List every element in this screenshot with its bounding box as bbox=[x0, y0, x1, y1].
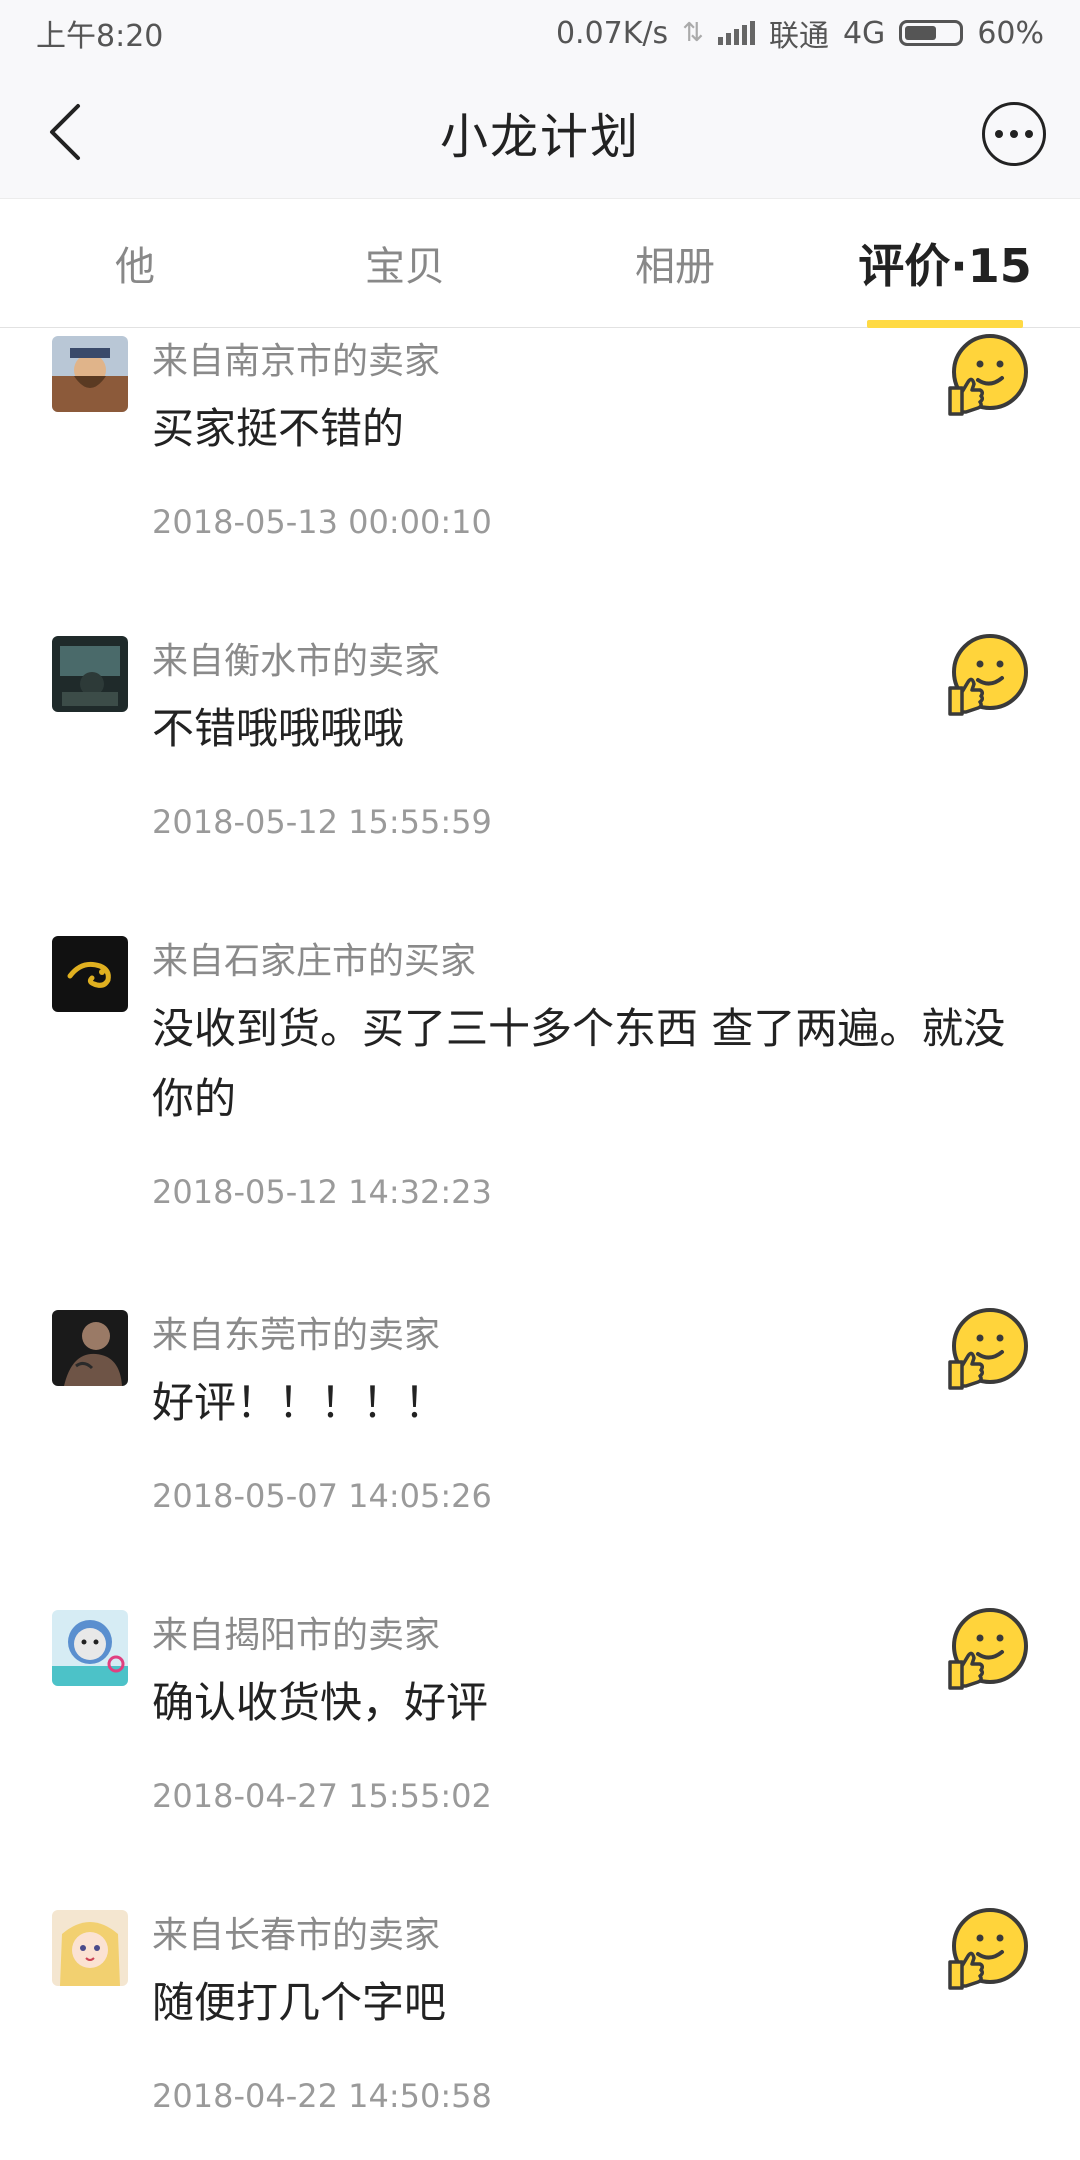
review-time: 2018-05-13 00:00:10 bbox=[152, 503, 492, 541]
more-dot-icon bbox=[1025, 130, 1033, 138]
review-content: 买家挺不错的 bbox=[152, 404, 405, 453]
thumbs-up-emoji-icon bbox=[948, 1308, 1028, 1390]
review-item: 来自衡水市的卖家 不错哦哦哦哦 2018-05-12 15:55:59 bbox=[0, 628, 1080, 928]
review-source: 来自石家庄市的买家 bbox=[152, 941, 477, 982]
review-content: 不错哦哦哦哦 bbox=[152, 704, 405, 753]
tab-reviews[interactable]: 评价·15 bbox=[810, 199, 1080, 328]
review-item: 来自揭阳市的卖家 确认收货快，好评 2018-04-27 15:55:02 bbox=[0, 1602, 1080, 1902]
review-time: 2018-05-07 14:05:26 bbox=[152, 1477, 492, 1515]
review-source: 来自揭阳市的卖家 bbox=[152, 1615, 441, 1656]
thumbs-up-emoji-icon bbox=[948, 1608, 1028, 1690]
review-time: 2018-05-12 15:55:59 bbox=[152, 803, 492, 841]
review-item: 来自南京市的卖家 买家挺不错的 2018-05-13 00:00:10 bbox=[0, 328, 1080, 628]
review-item: 来自石家庄市的买家 没收到货。买了三十多个东西 查了两遍。就没你的 2018-0… bbox=[0, 928, 1080, 1302]
page-title: 小龙计划 bbox=[439, 109, 640, 165]
bearded-man-avatar[interactable] bbox=[52, 336, 128, 412]
thumbs-up-emoji-icon bbox=[948, 634, 1028, 716]
review-source: 来自长春市的卖家 bbox=[152, 1915, 441, 1956]
status-bar: 上午8:20 0.07K/s ⇅ 联通 4G 60% bbox=[0, 0, 1080, 66]
review-source: 来自南京市的卖家 bbox=[152, 341, 441, 382]
tab-label: 评价·15 bbox=[858, 239, 1032, 293]
thumbs-up-emoji-icon bbox=[948, 1908, 1028, 1990]
more-options-button[interactable] bbox=[982, 102, 1046, 166]
active-tab-indicator bbox=[867, 320, 1023, 328]
review-time: 2018-04-22 14:50:58 bbox=[152, 2077, 492, 2115]
thumbs-up-emoji-icon bbox=[948, 334, 1028, 416]
signal-icon bbox=[717, 21, 755, 45]
nav-bar: 小龙计划 bbox=[0, 66, 1080, 198]
battery-percent: 60% bbox=[977, 15, 1044, 51]
status-indicators: 0.07K/s ⇅ 联通 4G 60% bbox=[556, 11, 1044, 55]
back-button[interactable] bbox=[36, 100, 96, 164]
seal-cartoon-avatar[interactable] bbox=[52, 1610, 128, 1686]
tattooed-man-avatar[interactable] bbox=[52, 1310, 128, 1386]
review-list[interactable]: 来自南京市的卖家 买家挺不错的 2018-05-13 00:00:10 来自衡水… bbox=[0, 328, 1080, 2160]
network-type: 4G bbox=[842, 15, 886, 51]
review-content: 随便打几个字吧 bbox=[152, 1978, 447, 2027]
chameleon-logo-avatar[interactable] bbox=[52, 936, 128, 1012]
dark-photo-avatar[interactable] bbox=[52, 636, 128, 712]
data-transfer-icon: ⇅ bbox=[682, 18, 704, 48]
tab-items[interactable]: 宝贝 bbox=[270, 199, 540, 327]
review-time: 2018-05-12 14:32:23 bbox=[152, 1173, 492, 1211]
review-source: 来自衡水市的卖家 bbox=[152, 641, 441, 682]
chevron-left-icon bbox=[50, 104, 80, 160]
status-time: 上午8:20 bbox=[36, 19, 164, 54]
carrier-name: 联通 bbox=[768, 19, 829, 54]
review-content: 好评！！！！！ bbox=[152, 1378, 447, 1427]
network-speed: 0.07K/s bbox=[555, 15, 669, 51]
review-source: 来自东莞市的卖家 bbox=[152, 1315, 441, 1356]
review-time: 2018-04-27 15:55:02 bbox=[152, 1777, 492, 1815]
battery-icon bbox=[899, 20, 964, 46]
tab-him[interactable]: 他 bbox=[0, 199, 270, 327]
review-content: 确认收货快，好评 bbox=[152, 1678, 489, 1727]
more-dot-icon bbox=[1010, 130, 1018, 138]
tab-label: 宝贝 bbox=[365, 244, 445, 290]
anime-girl-avatar[interactable] bbox=[52, 1910, 128, 1986]
more-dot-icon bbox=[995, 130, 1003, 138]
tab-bar: 他 宝贝 相册 评价·15 bbox=[0, 198, 1080, 328]
review-content: 没收到货。买了三十多个东西 查了两遍。就没你的 bbox=[152, 1004, 1006, 1123]
tab-album[interactable]: 相册 bbox=[540, 199, 810, 327]
tab-label: 相册 bbox=[635, 244, 715, 290]
tab-label: 他 bbox=[115, 244, 155, 290]
review-item: 来自东莞市的卖家 好评！！！！！ 2018-05-07 14:05:26 bbox=[0, 1302, 1080, 1602]
review-item: 来自长春市的卖家 随便打几个字吧 2018-04-22 14:50:58 bbox=[0, 1902, 1080, 2160]
